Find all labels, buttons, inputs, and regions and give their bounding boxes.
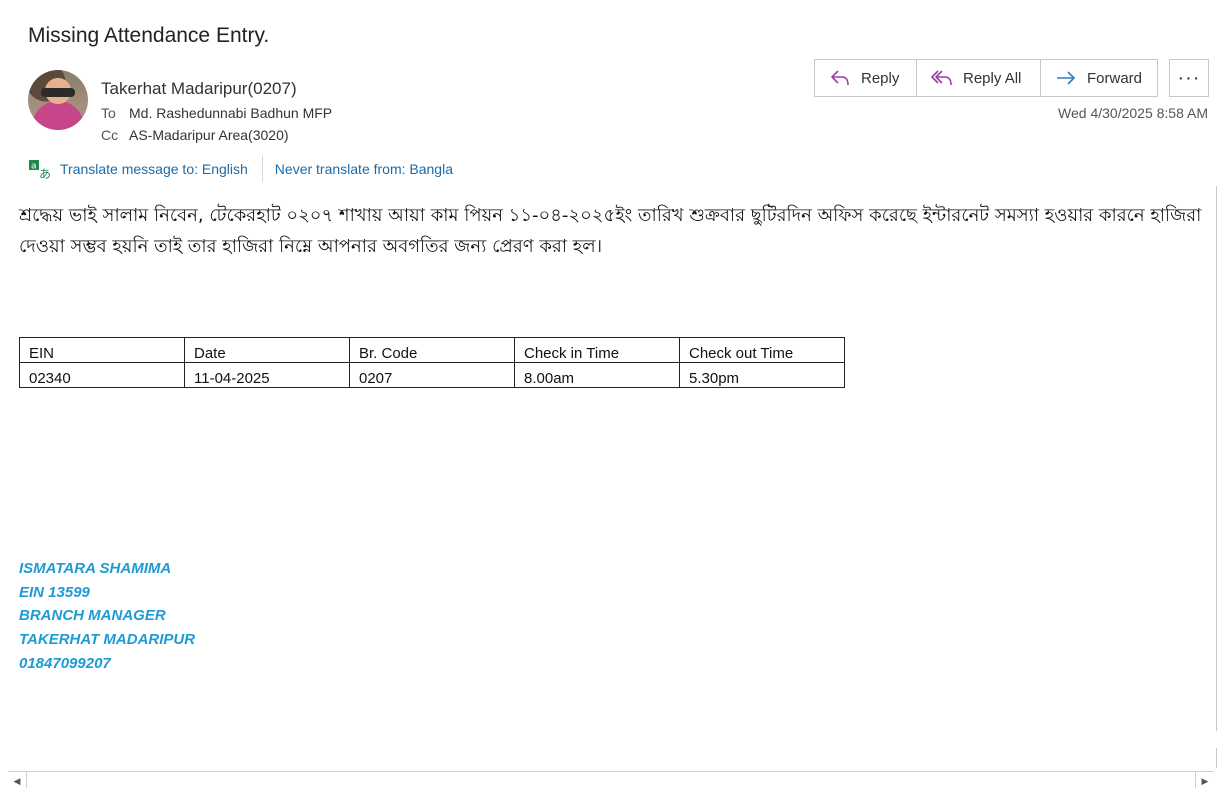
scroll-right-icon[interactable]: ▶ <box>1198 775 1212 787</box>
svg-text:a: a <box>31 162 37 172</box>
svg-text:あ: あ <box>39 167 50 180</box>
attendance-table: EIN Date Br. Code Check in Time Check ou… <box>19 337 845 388</box>
table-cell: 0207 <box>349 362 515 388</box>
to-row: To Md. Rashedunnabi Badhun MFP <box>101 105 332 121</box>
reply-all-button[interactable]: Reply All <box>917 60 1041 96</box>
translate-message-link[interactable]: Translate message to: English <box>60 161 248 177</box>
table-header-cell: Check in Time <box>514 337 680 363</box>
vertical-scrollbar-track[interactable] <box>1216 186 1217 731</box>
divider <box>261 156 263 182</box>
forward-arrow-icon <box>1057 71 1075 85</box>
signature-branch: TAKERHAT MADARIPUR <box>19 631 196 649</box>
forward-label: Forward <box>1087 69 1143 87</box>
sender-avatar[interactable] <box>28 70 88 130</box>
table-header-cell: Br. Code <box>349 337 515 363</box>
table-header-row: EIN Date Br. Code Check in Time Check ou… <box>19 337 845 363</box>
forward-button[interactable]: Forward <box>1041 60 1157 96</box>
table-row: 02340 11-04-2025 0207 8.00am 5.30pm <box>19 362 845 388</box>
sender-name[interactable]: Takerhat Madaripur(0207) <box>101 79 297 99</box>
signature-ein: EIN 13599 <box>19 583 90 601</box>
signature-phone: 01847099207 <box>19 654 111 672</box>
never-translate-link[interactable]: Never translate from: Bangla <box>275 161 453 177</box>
to-recipient[interactable]: Md. Rashedunnabi Badhun MFP <box>129 105 332 121</box>
cc-row: Cc AS-Madaripur Area(3020) <box>101 127 289 143</box>
email-subject: Missing Attendance Entry. <box>28 24 270 47</box>
cc-recipient[interactable]: AS-Madaripur Area(3020) <box>129 127 289 143</box>
reply-icon <box>831 70 849 86</box>
email-signature: ISMATARA SHAMIMA EIN 13599 BRANCH MANAGE… <box>19 557 195 676</box>
scroll-left-icon[interactable]: ◀ <box>10 775 24 787</box>
signature-title: BRANCH MANAGER <box>19 607 166 625</box>
table-header-cell: Date <box>184 337 350 363</box>
horizontal-scrollbar[interactable]: ◀ ▶ <box>8 771 1214 788</box>
reply-all-icon <box>931 70 952 86</box>
more-actions-button[interactable]: ··· <box>1169 59 1209 97</box>
vertical-scrollbar-track-end <box>1216 748 1217 768</box>
table-cell: 11-04-2025 <box>184 362 350 388</box>
signature-name: ISMATARA SHAMIMA <box>19 560 172 577</box>
message-body: শ্রদ্ধেয় ভাই সালাম নিবেন, টেকেরহাট ০২০৭… <box>19 205 1202 257</box>
translate-bar: a あ Translate message to: English Never … <box>28 156 453 182</box>
cc-label: Cc <box>101 127 119 143</box>
translate-icon: a あ <box>29 160 50 180</box>
table-cell: 02340 <box>19 362 185 388</box>
scrollbar-thumb-end <box>1195 772 1196 788</box>
message-actions: Reply Reply All Forward <box>814 59 1158 97</box>
received-date: Wed 4/30/2025 8:58 AM <box>1058 105 1208 121</box>
reply-button[interactable]: Reply <box>815 60 917 96</box>
table-header-cell: Check out Time <box>679 337 845 363</box>
table-cell: 5.30pm <box>679 362 845 388</box>
table-header-cell: EIN <box>19 337 185 363</box>
to-label: To <box>101 105 116 121</box>
reply-all-label: Reply All <box>963 69 1022 87</box>
reply-label: Reply <box>861 69 900 87</box>
table-cell: 8.00am <box>514 362 680 388</box>
more-icon: ··· <box>1177 66 1201 89</box>
scrollbar-thumb-start <box>26 772 27 788</box>
